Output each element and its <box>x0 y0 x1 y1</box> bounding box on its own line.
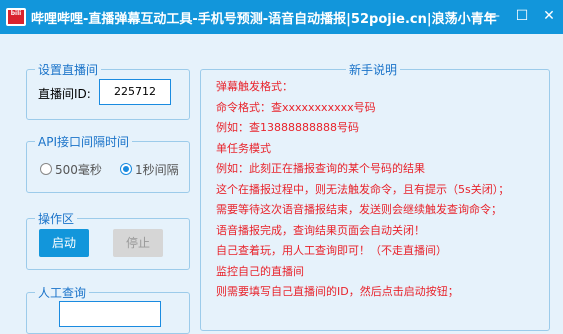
radio-500ms-label: 500毫秒 <box>55 163 102 177</box>
help-line: 单任务模式 <box>216 141 271 155</box>
operation-group: 操作区 启动 停止 <box>26 210 190 270</box>
room-id-input[interactable]: 225712 <box>99 79 171 105</box>
help-line: 监控自己的直播间 <box>216 264 304 278</box>
help-line: 需要等待这次语音播报结束，发送则会继续触发查询命令； <box>216 203 502 216</box>
help-line: 自己查着玩，用人工查询即可！（不走直播间） <box>216 244 447 257</box>
api-interval-group: API接口间隔时间 500毫秒 1秒间隔 <box>26 133 190 193</box>
help-line: 例如：查13888888888号码 <box>216 121 359 134</box>
start-button[interactable]: 启动 <box>39 229 89 257</box>
help-line: 例如：此刻正在播报查询的某个号码的结果 <box>216 162 425 175</box>
room-id-label: 直播间ID: <box>38 87 91 101</box>
window-title: 哔哩哔哩-直播弹幕互动工具-手机号预测-语音自动播报|52pojie.cn|浪荡… <box>31 12 497 27</box>
close-icon[interactable]: ✕ <box>540 7 558 25</box>
operation-legend: 操作区 <box>35 210 78 227</box>
help-line: 语音播报完成，查询结果页面会自动关闭！ <box>216 223 425 237</box>
help-legend: 新手说明 <box>346 61 401 78</box>
manual-query-legend: 人工查询 <box>35 284 90 301</box>
title-bar: bili 哔哩哔哩-直播弹幕互动工具-手机号预测-语音自动播报|52pojie.… <box>0 0 563 34</box>
api-interval-legend: API接口间隔时间 <box>35 133 132 150</box>
help-line: 这个在播报过程中，则无法触发命令，且有提示（5s关闭）； <box>216 182 510 196</box>
help-line: 命令格式：查xxxxxxxxxxx号码 <box>216 100 376 114</box>
minimize-icon[interactable]: — <box>484 7 502 25</box>
room-settings-legend: 设置直播间 <box>35 61 102 78</box>
maximize-icon[interactable]: ☐ <box>513 7 531 25</box>
room-settings-group: 设置直播间 直播间ID: 225712 <box>26 61 190 120</box>
radio-500ms[interactable]: 500毫秒 <box>40 161 102 178</box>
radio-1s[interactable]: 1秒间隔 <box>120 161 179 178</box>
bilibili-app-icon: bili <box>6 8 26 26</box>
manual-query-input[interactable] <box>59 301 161 327</box>
help-line: 弹幕触发格式： <box>216 80 293 93</box>
help-group: 新手说明 弹幕触发格式： 命令格式：查xxxxxxxxxxx号码 例如：查138… <box>200 61 550 331</box>
stop-button[interactable]: 停止 <box>113 229 163 257</box>
radio-500ms-indicator <box>40 163 52 175</box>
manual-query-group: 人工查询 <box>26 284 190 334</box>
radio-1s-label: 1秒间隔 <box>135 163 179 177</box>
radio-1s-indicator <box>120 163 132 175</box>
help-line: 则需要填写自己直播间的ID，然后点击启动按钮； <box>216 285 459 298</box>
help-text-list: 弹幕触发格式： 命令格式：查xxxxxxxxxxx号码 例如：查13888888… <box>216 77 509 303</box>
